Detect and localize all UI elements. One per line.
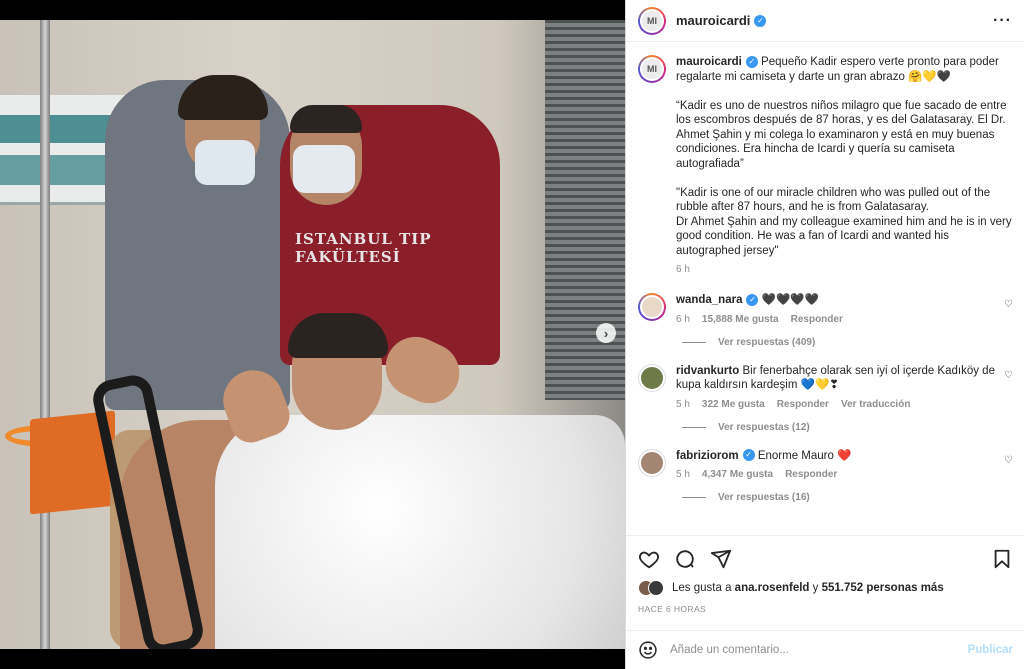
post-header: MI mauroicardi ✓ ··· [626, 0, 1024, 42]
comment-likes[interactable]: 4,347 Me gusta [702, 469, 773, 480]
chevron-right-icon[interactable]: › [596, 323, 616, 343]
comment-username[interactable]: ridvankurto [676, 365, 739, 377]
comment-input[interactable] [670, 644, 956, 656]
comment-item: ridvankurto Bir fenerbahçe olarak sen iy… [638, 363, 1013, 410]
heart-icon[interactable] [638, 548, 660, 570]
verified-icon: ✓ [745, 55, 758, 68]
verified-icon: ✓ [742, 449, 755, 462]
comment-likes[interactable]: 322 Me gusta [702, 399, 765, 410]
likes-summary: Les gusta a ana.rosenfeld y 551.752 pers… [638, 580, 1013, 596]
face-mask [293, 145, 355, 193]
comment-username[interactable]: wanda_nara [676, 294, 742, 306]
author-username[interactable]: mauroicardi [676, 13, 750, 28]
comment-item: fabriziorom ✓ Enorme Mauro ❤️ 5 h 4,347 M… [638, 448, 1013, 480]
window-blinds [545, 20, 625, 400]
doctor-right-hair [290, 105, 362, 133]
comment-text: Enorme Mauro ❤️ [757, 449, 852, 462]
comment-text: 🖤🖤🖤🖤 [761, 294, 819, 306]
comment-icon[interactable] [674, 548, 696, 570]
post-photo[interactable]: ISTANBUL TIP FAKÜLTESİ [0, 20, 625, 649]
likes-count[interactable]: 551.752 personas más [822, 582, 944, 594]
heart-icon[interactable]: ♡ [1004, 370, 1013, 381]
caption-time: 6 h [676, 264, 690, 275]
view-replies-button[interactable]: Ver respuestas (16) [682, 492, 1013, 503]
more-horizontal-icon[interactable]: ··· [993, 12, 1012, 30]
doctor-left-hair [178, 75, 268, 120]
jersey-text: ISTANBUL TIP FAKÜLTESİ [295, 230, 432, 266]
caption-username[interactable]: mauroicardi [676, 56, 742, 68]
avatar[interactable] [638, 363, 666, 392]
comment-time: 5 h [676, 398, 690, 410]
comment-username[interactable]: fabriziorom [676, 450, 739, 462]
comment-item: wanda_nara ✓ 🖤🖤🖤🖤 6 h 15,888 Me gusta Res… [638, 293, 1013, 325]
heart-icon[interactable]: ♡ [1004, 299, 1013, 310]
iv-pole [40, 20, 50, 649]
reply-button[interactable]: Responder [777, 399, 829, 410]
post-media: ISTANBUL TIP FAKÜLTESİ › [0, 0, 625, 669]
liker-avatars [638, 580, 664, 596]
avatar[interactable] [638, 448, 666, 477]
comment-likes[interactable]: 15,888 Me gusta [702, 314, 779, 325]
heart-icon[interactable]: ♡ [1004, 455, 1013, 466]
verified-icon: ✓ [754, 14, 767, 27]
comments-list[interactable]: MI mauroicardi ✓ Pequeño Kadir espero ver… [626, 43, 1024, 533]
view-replies-button[interactable]: Ver respuestas (409) [682, 337, 1013, 348]
emoji-icon[interactable] [638, 640, 658, 660]
avatar[interactable]: MI [638, 55, 666, 83]
avatar[interactable] [638, 293, 666, 321]
verified-icon: ✓ [746, 293, 759, 306]
avatar[interactable]: MI [638, 6, 666, 35]
publish-button[interactable]: Publicar [968, 644, 1013, 656]
bookmark-icon[interactable] [991, 548, 1013, 570]
face-mask [195, 140, 255, 185]
comment-time: 6 h [676, 313, 690, 325]
comment-time: 5 h [676, 469, 690, 480]
add-comment-bar: Publicar [626, 630, 1024, 669]
reply-button[interactable]: Responder [785, 469, 837, 480]
send-icon[interactable] [710, 548, 732, 570]
post-timestamp: HACE 6 HORAS [638, 604, 707, 614]
post-actions: Les gusta a ana.rosenfeld y 551.752 pers… [626, 535, 1024, 614]
patient-hair [288, 313, 388, 358]
post-caption: MI mauroicardi ✓ Pequeño Kadir espero ver… [638, 55, 1013, 275]
post-panel: MI mauroicardi ✓ ··· MI mauroicardi ✓ Peq… [625, 0, 1024, 669]
liker-username[interactable]: ana.rosenfeld [735, 582, 810, 594]
translate-button[interactable]: Ver traducción [841, 399, 910, 410]
reply-button[interactable]: Responder [791, 314, 843, 325]
view-replies-button[interactable]: Ver respuestas (12) [682, 422, 1013, 433]
bed-sheet [215, 415, 625, 649]
caption-text: Pequeño Kadir espero verte pronto para p… [676, 56, 1012, 257]
